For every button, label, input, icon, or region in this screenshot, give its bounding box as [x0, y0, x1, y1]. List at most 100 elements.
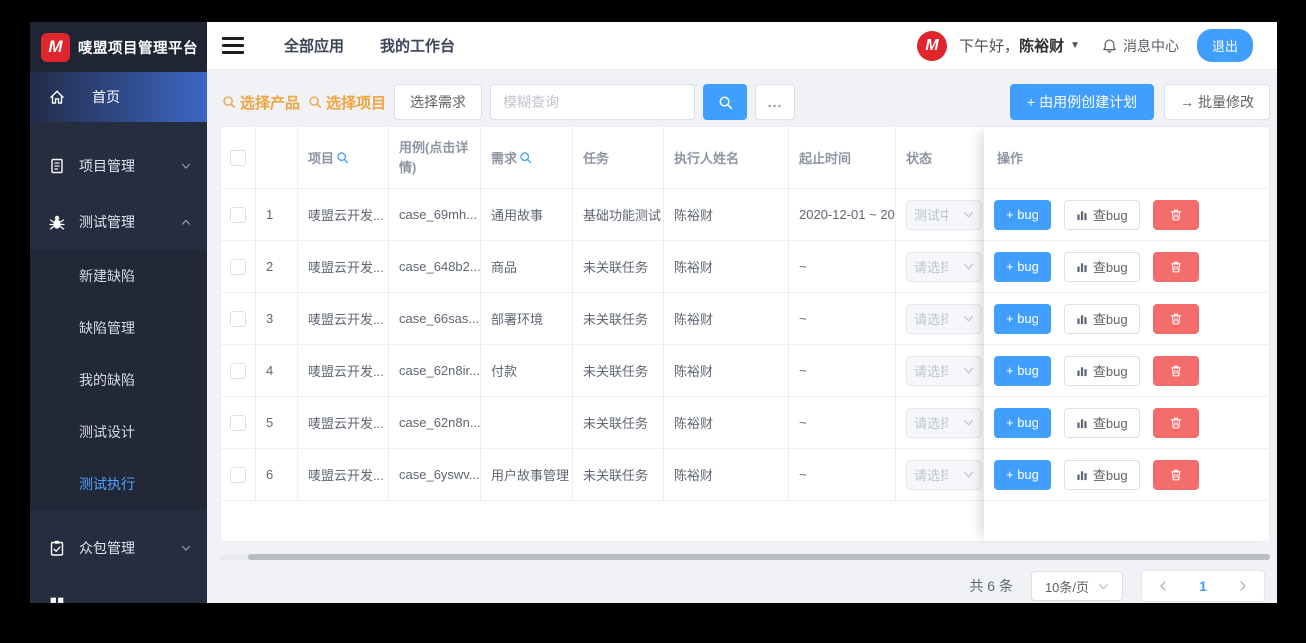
cell-case[interactable]: case_62n8n...: [389, 397, 481, 448]
status-select[interactable]: 请选择: [906, 251, 982, 282]
message-center[interactable]: 消息中心: [1102, 36, 1179, 56]
user-dropdown-icon[interactable]: ▼: [1070, 40, 1080, 51]
view-bug-button[interactable]: 查bug: [1063, 251, 1140, 282]
search-icon: [309, 96, 322, 109]
logo-bar: M 唛盟项目管理平台: [30, 22, 207, 72]
prev-page-button[interactable]: [1157, 580, 1169, 592]
view-bug-label: 查bug: [1092, 364, 1128, 379]
requirement-header: 需求: [481, 127, 573, 189]
create-plan-button[interactable]: + 由用例创建计划: [1010, 84, 1155, 120]
select-all-checkbox[interactable]: [230, 149, 246, 166]
cell-project: 唛盟云开发...: [298, 293, 389, 344]
cell-time: 2020-12-01 ~ 20: [789, 189, 896, 240]
grid-icon: [50, 597, 64, 603]
total-count: 共 6 条: [969, 578, 1013, 594]
status-select[interactable]: 请选择: [906, 407, 982, 438]
main-area: 全部应用 我的工作台 M 下午好，陈裕财 ▼ 消息中心 退出 选择产品 选择项目…: [207, 22, 1277, 603]
sidebar-item-test-mgmt[interactable]: 测试管理: [30, 194, 207, 250]
sidebar-item-label: 项目管理: [79, 158, 135, 174]
add-bug-button[interactable]: + bug: [994, 251, 1051, 282]
project-header: 项目: [298, 127, 389, 189]
sidebar-item-partial[interactable]: [30, 576, 207, 603]
chevron-down-icon: [964, 212, 973, 218]
cell-project: 唛盟云开发...: [298, 189, 389, 240]
sidebar-item-defect-mgmt[interactable]: 缺陷管理: [30, 302, 207, 354]
sidebar-item-test-execution[interactable]: 测试执行: [30, 458, 207, 510]
sidebar-item-home[interactable]: 首页: [30, 72, 207, 122]
view-bug-button[interactable]: 查bug: [1063, 303, 1140, 334]
sidebar-item-test-design[interactable]: 测试设计: [30, 406, 207, 458]
cell-case[interactable]: case_648b2...: [389, 241, 481, 292]
cell-task: 未关联任务: [573, 345, 664, 396]
cell-executor: 陈裕财: [664, 449, 789, 500]
sidebar-item-project-mgmt[interactable]: 项目管理: [30, 138, 207, 194]
view-bug-button[interactable]: 查bug: [1063, 199, 1140, 230]
add-bug-button[interactable]: + bug: [994, 199, 1051, 230]
avatar[interactable]: M: [917, 30, 948, 61]
cell-case[interactable]: case_69mh...: [389, 189, 481, 240]
add-bug-button[interactable]: + bug: [994, 459, 1051, 490]
hamburger-menu-icon[interactable]: [222, 37, 244, 54]
page-size-select[interactable]: 10条/页: [1031, 571, 1123, 601]
row-checkbox[interactable]: [230, 258, 246, 275]
cell-project: 唛盟云开发...: [298, 449, 389, 500]
status-select[interactable]: 请选择: [906, 355, 982, 386]
trash-icon: [1170, 209, 1181, 220]
header-right: M 下午好，陈裕财 ▼ 消息中心 退出: [917, 29, 1253, 62]
sidebar-item-my-defects[interactable]: 我的缺陷: [30, 354, 207, 406]
delete-button[interactable]: [1152, 303, 1199, 334]
cell-case[interactable]: case_66sas...: [389, 293, 481, 344]
row-checkbox[interactable]: [230, 414, 246, 431]
chevron-down-icon: [1099, 583, 1108, 589]
fuzzy-search-input[interactable]: [490, 84, 696, 120]
delete-button[interactable]: [1152, 251, 1199, 282]
delete-button[interactable]: [1152, 407, 1199, 438]
search-icon[interactable]: [336, 151, 349, 164]
status-select[interactable]: 测试中: [906, 199, 982, 230]
app-window: M 唛盟项目管理平台 首页 项目管理 测试管理 新建缺陷 缺陷管理 我的缺陷 测…: [30, 22, 1277, 603]
delete-button[interactable]: [1152, 199, 1199, 230]
operation-row: + bug 查bug: [984, 293, 1269, 345]
logout-button[interactable]: 退出: [1196, 29, 1253, 62]
operation-column: 操作 + bug 查bug + bug 查bug + bug 查bug + bu…: [984, 127, 1269, 541]
delete-button[interactable]: [1152, 355, 1199, 386]
current-page[interactable]: 1: [1199, 578, 1207, 594]
row-checkbox[interactable]: [230, 310, 246, 327]
view-bug-button[interactable]: 查bug: [1063, 355, 1140, 386]
cell-case[interactable]: case_62n8ir...: [389, 345, 481, 396]
batch-edit-button[interactable]: → 批量修改: [1164, 84, 1270, 120]
select-project-link[interactable]: 选择项目: [308, 92, 386, 113]
test-plan-table: 项目 用例(点击详情) 需求 任务 执行人姓名 起止时间 状态 1 唛盟云开发.…: [220, 126, 1270, 542]
tab-all-apps[interactable]: 全部应用: [284, 35, 344, 56]
select-product-link[interactable]: 选择产品: [222, 92, 300, 113]
view-bug-button[interactable]: 查bug: [1063, 459, 1140, 490]
scrollbar-thumb[interactable]: [248, 554, 1270, 560]
view-bug-button[interactable]: 查bug: [1063, 407, 1140, 438]
delete-button[interactable]: [1152, 459, 1199, 490]
add-bug-button[interactable]: + bug: [994, 407, 1051, 438]
next-page-button[interactable]: [1237, 580, 1249, 592]
bar-chart-icon: [1077, 314, 1087, 324]
sidebar-item-new-defect[interactable]: 新建缺陷: [30, 250, 207, 302]
cell-time: ~: [789, 449, 896, 500]
search-icon: [223, 96, 236, 109]
status-select[interactable]: 请选择: [906, 303, 982, 334]
search-icon[interactable]: [519, 151, 532, 164]
row-checkbox[interactable]: [230, 362, 246, 379]
row-checkbox[interactable]: [230, 206, 246, 223]
search-button[interactable]: [703, 84, 748, 120]
select-requirement-button[interactable]: 选择需求: [394, 84, 483, 120]
add-bug-button[interactable]: + bug: [994, 303, 1051, 334]
cell-time: ~: [789, 241, 896, 292]
document-icon: [51, 158, 63, 174]
status-select[interactable]: 请选择: [906, 459, 982, 490]
more-button[interactable]: ...: [755, 84, 796, 120]
row-checkbox[interactable]: [230, 466, 246, 483]
add-bug-button[interactable]: + bug: [994, 355, 1051, 386]
cell-case[interactable]: case_6yswv...: [389, 449, 481, 500]
view-bug-label: 查bug: [1092, 260, 1128, 275]
sidebar-item-crowd-mgmt[interactable]: 众包管理: [30, 520, 207, 576]
tab-my-workbench[interactable]: 我的工作台: [380, 35, 455, 56]
cell-executor: 陈裕财: [664, 397, 789, 448]
home-icon: [50, 90, 64, 104]
